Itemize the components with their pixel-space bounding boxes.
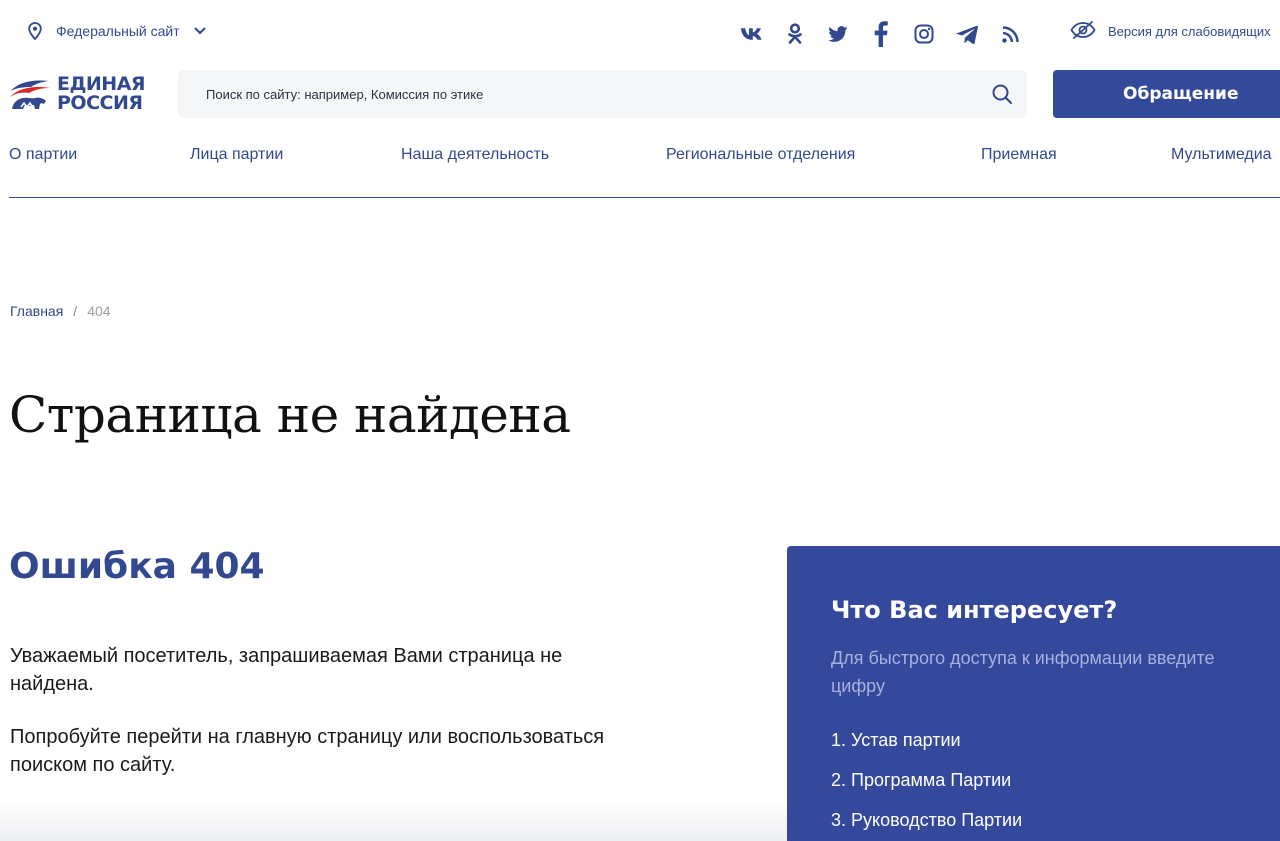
- error-message: Уважаемый посетитель, запрашиваемая Вами…: [10, 645, 563, 695]
- odnoklassniki-icon[interactable]: [781, 20, 809, 48]
- twitter-icon[interactable]: [824, 20, 852, 48]
- top-bar: Федеральный сайт Версия для слабовидящих: [0, 0, 1280, 66]
- telegram-icon[interactable]: [953, 20, 981, 48]
- logo-wordmark: ЕДИНАЯ РОССИЯ: [57, 75, 146, 114]
- search-input[interactable]: [206, 86, 966, 102]
- bottom-fade: [0, 800, 787, 841]
- quick-access-list: 1. Устав партии 2. Программа Партии 3. Р…: [831, 728, 1022, 841]
- nav-item-about[interactable]: О партии: [9, 146, 77, 164]
- error-heading: Ошибка 404: [9, 546, 265, 587]
- quick-access-subtitle: Для быстрого доступа к информации введит…: [831, 648, 1215, 696]
- breadcrumb-separator: /: [73, 303, 78, 319]
- nav-item-activity[interactable]: Наша деятельность: [401, 146, 549, 164]
- rss-icon[interactable]: [996, 20, 1024, 48]
- quick-link-program[interactable]: 2. Программа Партии: [831, 768, 1022, 808]
- social-links: [738, 20, 1039, 48]
- quick-access-heading: Что Вас интересует?: [831, 596, 1118, 624]
- chevron-down-icon: [194, 27, 206, 35]
- low-vision-version-link[interactable]: Версия для слабовидящих: [1070, 20, 1271, 43]
- nav-item-regional-branches[interactable]: Региональные отделения: [666, 146, 855, 164]
- nav-item-reception[interactable]: Приемная: [981, 146, 1057, 164]
- page-title: Страница не найдена: [9, 386, 571, 444]
- quick-access-panel: Что Вас интересует? Для быстрого доступа…: [787, 546, 1280, 841]
- vk-icon[interactable]: [738, 20, 766, 48]
- main-nav: О партии Лица партии Наша деятельность Р…: [9, 146, 1280, 168]
- logo-bear-flag-icon: [9, 73, 51, 116]
- nav-item-people[interactable]: Лица партии: [190, 146, 283, 164]
- site-search: [178, 70, 1027, 118]
- breadcrumb-home[interactable]: Главная: [10, 303, 63, 319]
- breadcrumb-current: 404: [87, 303, 111, 319]
- error-suggestion: Попробуйте перейти на главную страницу и…: [10, 726, 605, 776]
- eye-crossed-icon: [1070, 20, 1096, 43]
- region-selector[interactable]: Федеральный сайт: [28, 22, 206, 40]
- region-label: Федеральный сайт: [56, 23, 180, 39]
- quick-link-charter[interactable]: 1. Устав партии: [831, 728, 1022, 768]
- site-logo[interactable]: ЕДИНАЯ РОССИЯ: [9, 72, 155, 116]
- facebook-icon[interactable]: [867, 20, 895, 48]
- instagram-icon[interactable]: [910, 20, 938, 48]
- logo-line-2: РОССИЯ: [57, 92, 143, 114]
- nav-divider: [9, 197, 1280, 198]
- low-vision-label: Версия для слабовидящих: [1108, 24, 1271, 39]
- breadcrumb: Главная / 404: [10, 303, 111, 319]
- appeal-button[interactable]: Обращение: [1053, 70, 1280, 118]
- map-pin-icon: [28, 22, 42, 40]
- nav-item-multimedia[interactable]: Мультимедиа: [1171, 146, 1272, 164]
- quick-link-leadership[interactable]: 3. Руководство Партии: [831, 808, 1022, 841]
- search-icon[interactable]: [991, 83, 1013, 105]
